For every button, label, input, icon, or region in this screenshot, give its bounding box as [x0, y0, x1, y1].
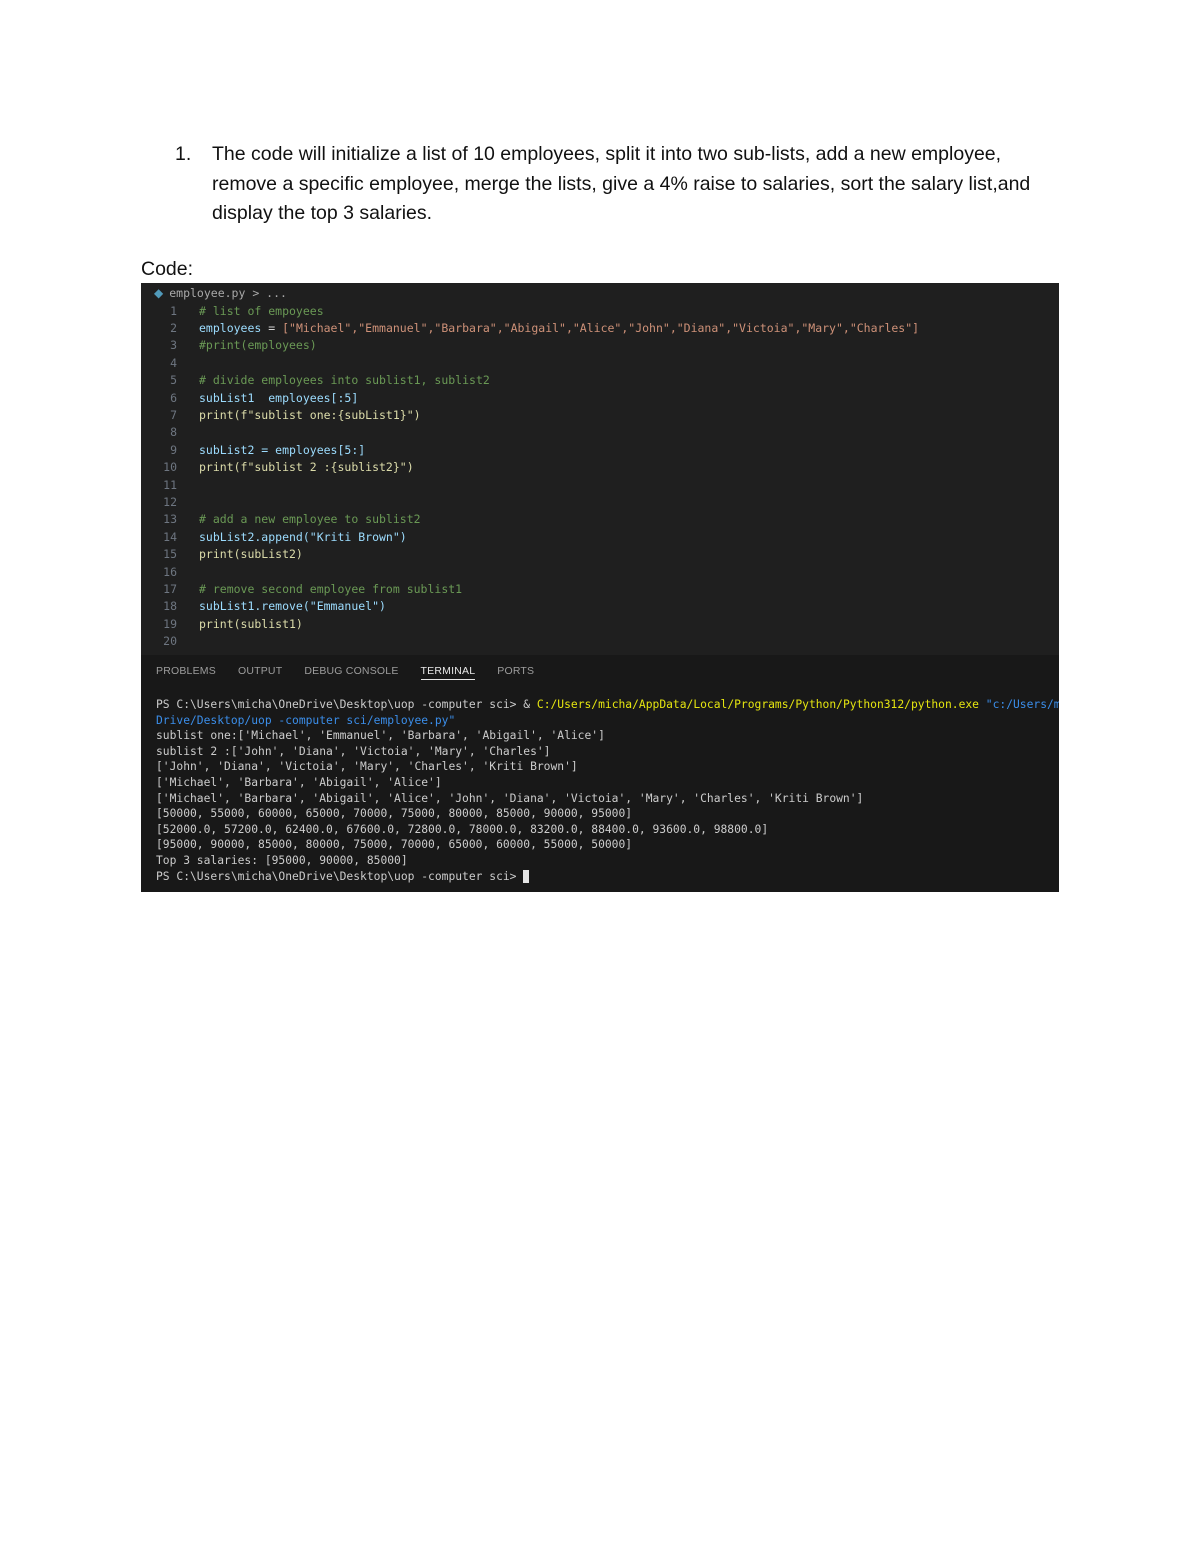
tab-problems[interactable]: PROBLEMS [156, 665, 216, 679]
code-line: 15 print(subList2) [141, 545, 1059, 562]
terminal-output-line: ['Michael', 'Barbara', 'Abigail', 'Alice… [156, 791, 864, 805]
task-number: 1. [175, 143, 192, 165]
line-number: 4 [170, 355, 177, 370]
code-line: 20 [141, 632, 1059, 649]
code-statement: subList1 employees[:5] [199, 390, 359, 405]
terminal-output-line: [95000, 90000, 85000, 80000, 75000, 7000… [156, 838, 633, 852]
code-comment: # add a new employee to sublist2 [199, 512, 421, 527]
code-line: 4 [141, 354, 1059, 371]
python-file-icon: ◆ [154, 285, 164, 300]
terminal-arg-continued: Drive/Desktop/uop -computer sci/employee… [156, 713, 456, 727]
terminal-output-line: ['Michael', 'Barbara', 'Abigail', 'Alice… [156, 775, 442, 789]
line-number: 7 [170, 408, 177, 423]
line-number: 20 [163, 634, 177, 649]
line-number: 6 [170, 390, 177, 405]
terminal-output-line: Top 3 salaries: [95000, 90000, 85000] [156, 853, 408, 867]
code-statement: print(f"sublist 2 :{sublist2}") [199, 460, 414, 475]
code-line: 14 subList2.append("Kriti Brown") [141, 528, 1059, 545]
line-number: 15 [163, 547, 177, 562]
tab-ports[interactable]: PORTS [497, 665, 534, 679]
code-variable: employees [199, 321, 262, 336]
terminal-prompt: PS C:\Users\micha\OneDrive\Desktop\uop -… [156, 869, 524, 883]
code-statement: print(sublist1) [199, 616, 303, 631]
terminal-prompt: PS C:\Users\micha\OneDrive\Desktop\uop -… [156, 698, 524, 711]
code-line: 9 subList2 = employees[5:] [141, 441, 1059, 458]
code-line: 1 # list of empoyees [141, 302, 1059, 319]
code-line: 17 # remove second employee from sublist1 [141, 580, 1059, 597]
terminal-output-line: [50000, 55000, 60000, 65000, 70000, 7500… [156, 807, 633, 821]
line-number: 5 [170, 373, 177, 388]
code-line: 16 [141, 563, 1059, 580]
task-item: 1. The code will initialize a list of 10… [175, 140, 1065, 229]
line-number: 13 [163, 512, 177, 527]
terminal-output-line: sublist 2 :['John', 'Diana', 'Victoia', … [156, 744, 551, 758]
line-number: 3 [170, 338, 177, 353]
code-editor[interactable]: 1 # list of empoyees 2 employees = ["Micha… [141, 302, 1059, 654]
code-statement: print(f"sublist one:{subList1}") [199, 408, 421, 423]
code-comment: # list of empoyees [199, 303, 324, 318]
line-number: 18 [163, 599, 177, 614]
code-statement: print(subList2) [199, 547, 303, 562]
breadcrumb-text: employee.py > ... [169, 285, 287, 300]
terminal-cursor [523, 870, 530, 884]
terminal-output[interactable]: PS C:\Users\micha\OneDrive\Desktop\uop -… [141, 689, 1059, 884]
code-line: 6 subList1 employees[:5] [141, 389, 1059, 406]
code-string-list: ["Michael","Emmanuel","Barbara","Abigail… [282, 321, 920, 336]
terminal-output-line: ['John', 'Diana', 'Victoia', 'Mary', 'Ch… [156, 760, 578, 774]
line-number: 2 [170, 321, 177, 336]
code-comment: #print(employees) [199, 338, 317, 353]
code-statement: subList1.remove("Emmanuel") [199, 599, 386, 614]
code-line: 10 print(f"sublist 2 :{sublist2}") [141, 459, 1059, 476]
line-number: 14 [163, 529, 177, 544]
code-statement: subList2.append("Kriti Brown") [199, 529, 407, 544]
code-line: 12 [141, 493, 1059, 510]
code-line: 3 #print(employees) [141, 337, 1059, 354]
tab-terminal[interactable]: TERMINAL [420, 665, 476, 680]
terminal-arg: "c:/Users/micha/One [985, 698, 1059, 711]
tab-debug-console[interactable]: DEBUG CONSOLE [304, 665, 398, 679]
code-line: 13 # add a new employee to sublist2 [141, 511, 1059, 528]
line-number: 19 [163, 616, 177, 631]
line-number: 16 [163, 564, 177, 579]
tab-output[interactable]: OUTPUT [238, 665, 282, 679]
code-operator: = [261, 321, 283, 336]
line-number: 12 [163, 494, 177, 509]
code-comment: # remove second employee from sublist1 [199, 581, 463, 596]
code-line: 5 # divide employees into sublist1, subli… [141, 372, 1059, 389]
code-screenshot: ◆ employee.py > ... 1 # list of empoyees … [141, 283, 1059, 892]
code-line: 8 [141, 424, 1059, 441]
terminal-output-line: sublist one:['Michael', 'Emmanuel', 'Bar… [156, 729, 605, 743]
line-number: 10 [163, 460, 177, 475]
code-line: 18 subList1.remove("Emmanuel") [141, 598, 1059, 615]
panel-tabs: PROBLEMS OUTPUT DEBUG CONSOLE TERMINAL P… [141, 655, 1059, 689]
editor-breadcrumb[interactable]: ◆ employee.py > ... [141, 283, 1059, 302]
code-line: 19 print(sublist1) [141, 615, 1059, 632]
code-line: 7 print(f"sublist one:{subList1}") [141, 406, 1059, 423]
terminal-amp: & [523, 698, 537, 711]
code-comment: # divide employees into sublist1, sublis… [199, 373, 490, 388]
line-number: 11 [163, 477, 177, 492]
terminal-output-line: [52000.0, 57200.0, 62400.0, 67600.0, 728… [156, 822, 769, 836]
code-line: 11 [141, 476, 1059, 493]
bottom-panel: PROBLEMS OUTPUT DEBUG CONSOLE TERMINAL P… [141, 655, 1059, 892]
code-line: 2 employees = ["Michael","Emmanuel","Barb… [141, 319, 1059, 336]
terminal-command: C:/Users/micha/AppData/Local/Programs/Py… [536, 698, 979, 711]
code-label: Code: [141, 258, 194, 280]
line-number: 9 [170, 442, 177, 457]
line-number: 1 [170, 303, 177, 318]
line-number: 8 [170, 425, 177, 440]
task-description: The code will initialize a list of 10 em… [212, 143, 1031, 224]
code-statement: subList2 = employees[5:] [199, 442, 366, 457]
line-number: 17 [163, 581, 177, 596]
